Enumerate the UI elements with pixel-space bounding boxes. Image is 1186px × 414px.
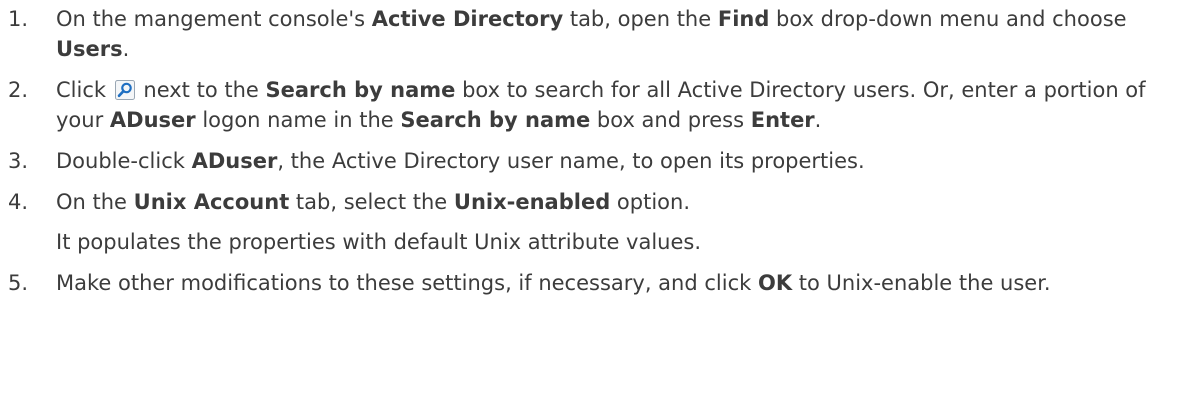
ui-term-search-by-name: Search by name — [265, 78, 456, 102]
step-number: 4. — [8, 190, 29, 214]
step-number: 2. — [8, 78, 29, 102]
search-icon — [114, 80, 135, 100]
step-4: 4. On the Unix Account tab, select the U… — [0, 187, 1186, 257]
ui-term-users: Users — [56, 37, 123, 61]
step-3: 3. Double-click ADuser, the Active Direc… — [0, 146, 1186, 176]
step-2: 2. Click next to the Search by name box … — [0, 75, 1186, 135]
step-text: Make other modifications to these settin… — [56, 271, 1051, 295]
ui-term-aduser: ADuser — [191, 149, 278, 173]
step-5: 5. Make other modifications to these set… — [0, 268, 1186, 298]
step-number: 3. — [8, 149, 29, 173]
step-text: On the Unix Account tab, select the Unix… — [56, 190, 691, 214]
step-1: 1. On the mangement console's Active Dir… — [0, 4, 1186, 64]
ui-term-unix-account: Unix Account — [133, 190, 290, 214]
ui-term-ok: OK — [757, 271, 793, 295]
ui-term-search-by-name: Search by name — [400, 108, 591, 132]
step-text: Double-click ADuser, the Active Director… — [56, 149, 865, 173]
step-text: On the mangement console's Active Direct… — [56, 7, 1127, 61]
ui-term-enter: Enter — [750, 108, 815, 132]
step-text: Click next to the Search by name box to … — [56, 78, 1146, 132]
instruction-steps: 1. On the mangement console's Active Dir… — [0, 0, 1186, 298]
ui-term-active-directory: Active Directory — [371, 7, 564, 31]
ui-term-find: Find — [717, 7, 770, 31]
ui-term-aduser: ADuser — [109, 108, 196, 132]
ui-term-unix-enabled: Unix-enabled — [453, 190, 611, 214]
step-number: 5. — [8, 271, 29, 295]
step-note: It populates the properties with default… — [56, 230, 702, 254]
step-number: 1. — [8, 7, 29, 31]
